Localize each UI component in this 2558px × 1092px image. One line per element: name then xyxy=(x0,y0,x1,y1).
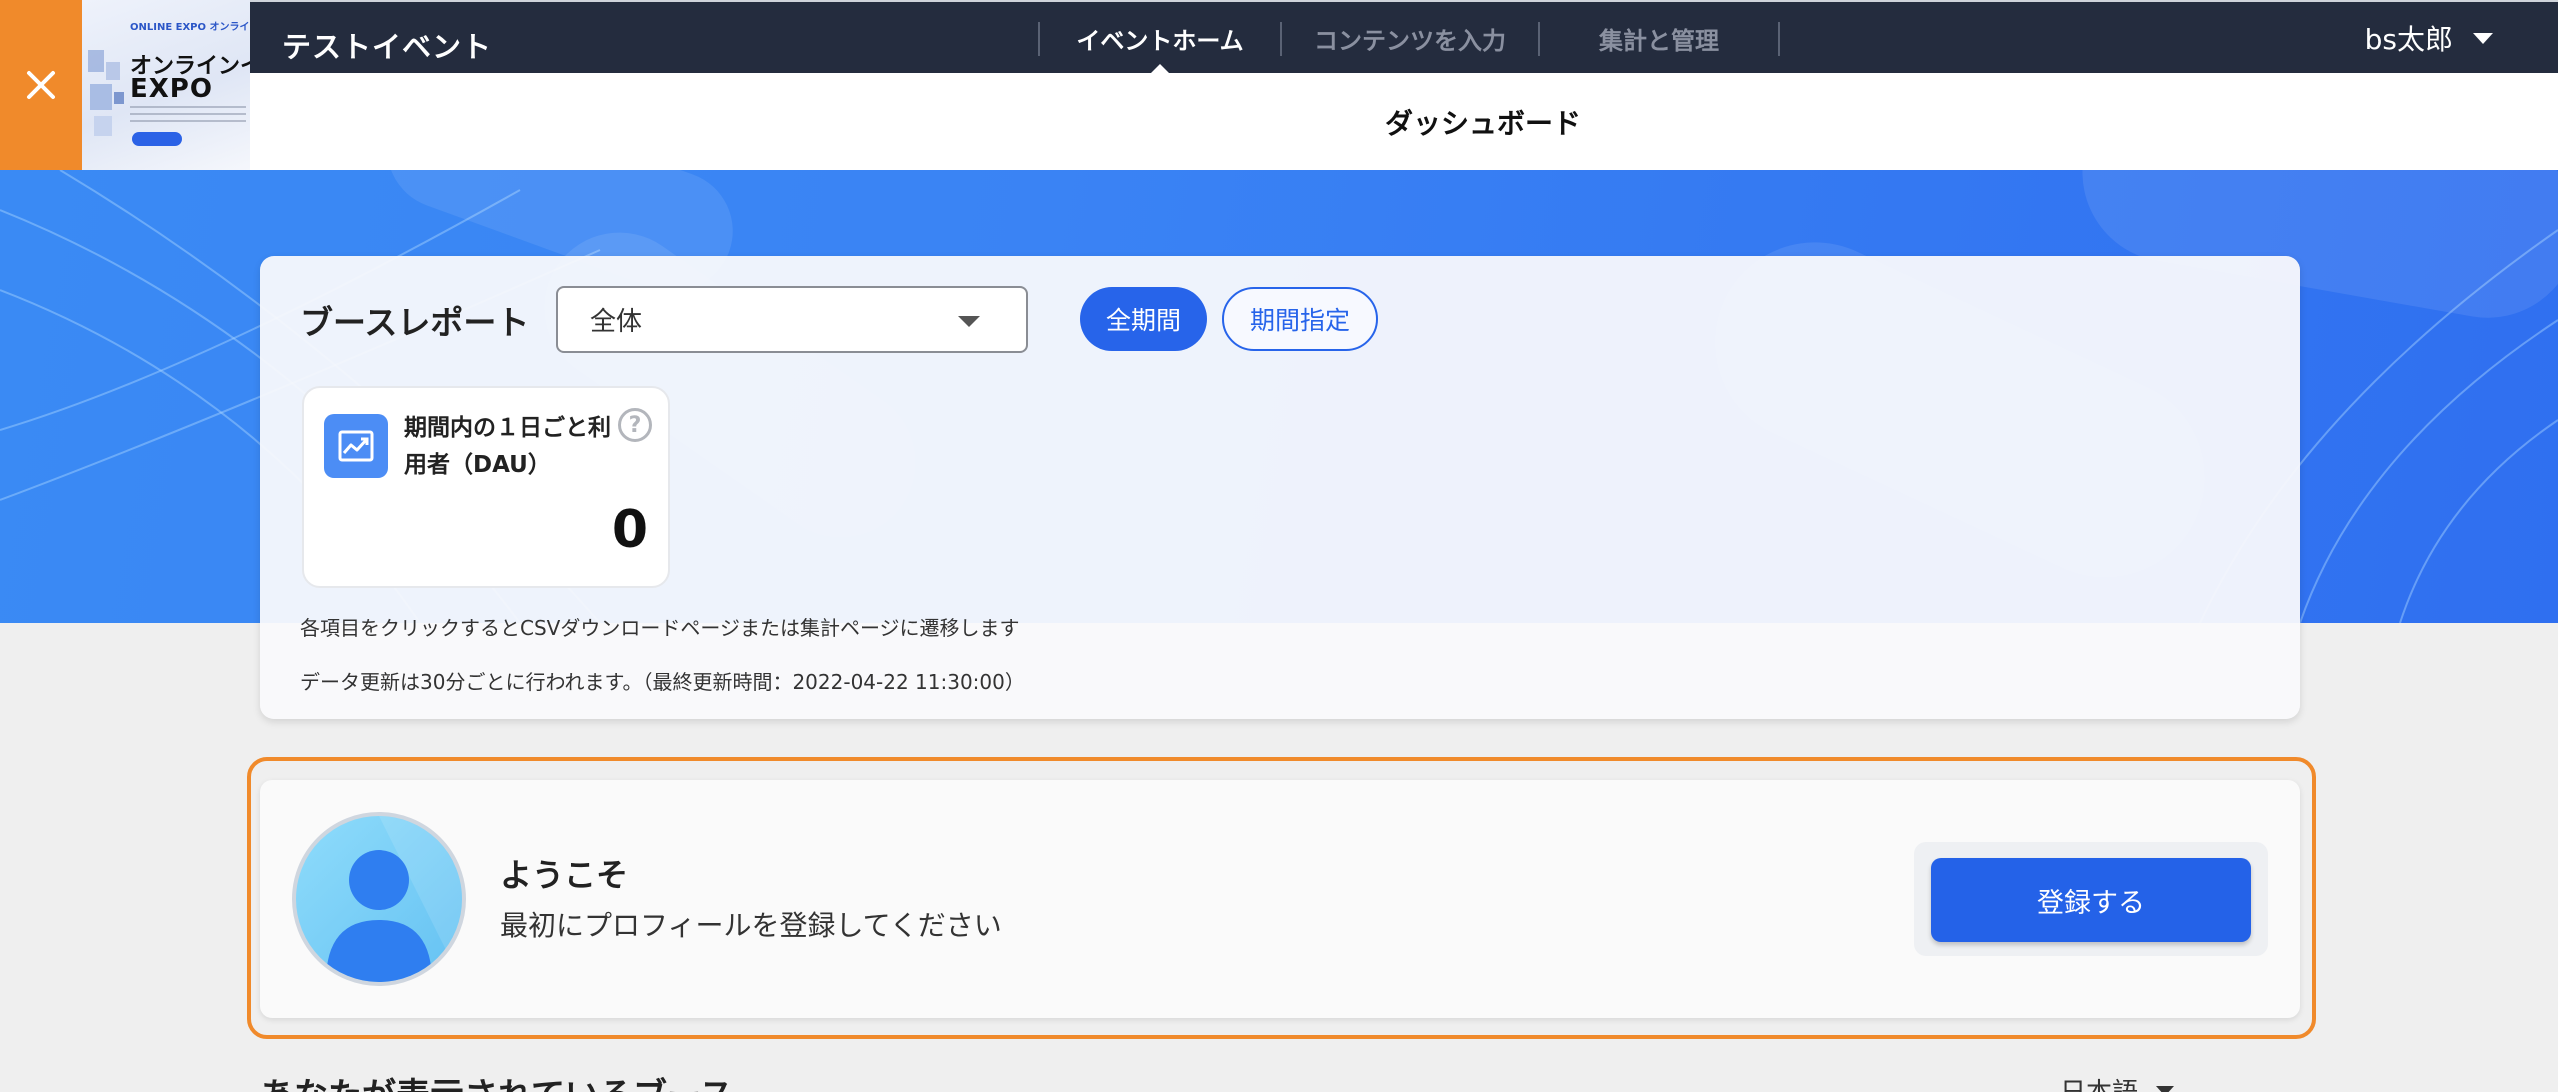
period-all-label: 全期間 xyxy=(1105,306,1181,335)
welcome-title: ようこそ xyxy=(500,856,629,894)
update-note: データ更新は30分ごとに行われます。（最終更新時間：2022-04-22 11:… xyxy=(300,670,1025,694)
thumbnail-description xyxy=(130,106,246,122)
event-thumbnail[interactable]: ONLINE EXPO オンラインEXPO オンラインイ EXPO xyxy=(82,0,250,170)
tab-event-home-label: イベントホーム xyxy=(1076,27,1244,55)
metric-value: 0 xyxy=(611,500,648,560)
booth-report-card: ブースレポート 全体 全期間 期間指定 期間内の１日ごと利用者（DAU） ? 0… xyxy=(260,256,2300,719)
language-select[interactable]: 日本語 xyxy=(2060,1072,2175,1092)
tab-stats-management-label: 集計と管理 xyxy=(1599,27,1719,55)
avatar xyxy=(292,812,466,986)
section-title: あなたが表示されているブース xyxy=(260,1068,733,1092)
period-all-button[interactable]: 全期間 xyxy=(1080,287,1207,351)
thumbnail-button xyxy=(132,132,182,146)
chevron-down-icon xyxy=(2473,32,2493,44)
language-label: 日本語 xyxy=(2060,1072,2138,1092)
main-nav: イベントホーム コンテンツを入力 集計と管理 xyxy=(1038,2,1780,75)
register-button-label: 登録する xyxy=(2037,887,2145,919)
nav-divider xyxy=(1778,21,1780,56)
user-avatar-icon xyxy=(326,816,462,982)
report-title: ブースレポート xyxy=(300,303,530,342)
tab-content-input[interactable]: コンテンツを入力 xyxy=(1282,2,1538,75)
register-button[interactable]: 登録する xyxy=(1931,858,2251,942)
page-title: ダッシュボード xyxy=(1384,106,1581,140)
user-menu[interactable]: bs太郎 xyxy=(2365,18,2493,58)
booth-select-value: 全体 xyxy=(590,307,643,337)
tab-stats-management[interactable]: 集計と管理 xyxy=(1540,2,1778,75)
thumbnail-brand: ONLINE EXPO オンラインEXPO xyxy=(130,22,250,33)
top-bar: テストイベント イベントホーム コンテンツを入力 集計と管理 bs太郎 xyxy=(0,0,2558,75)
period-custom-button[interactable]: 期間指定 xyxy=(1222,287,1378,351)
chevron-down-icon xyxy=(958,316,980,327)
sub-header: ダッシュボード xyxy=(250,73,2558,170)
event-title: テストイベント xyxy=(282,30,493,64)
thumbnail-art xyxy=(88,50,124,136)
booth-select[interactable]: 全体 xyxy=(556,286,1028,353)
period-custom-label: 期間指定 xyxy=(1249,306,1350,335)
welcome-subtitle: 最初にプロフィールを登録してください xyxy=(500,909,1002,942)
metric-label: 期間内の１日ごと利用者（DAU） xyxy=(404,415,611,478)
trend-chart-icon xyxy=(324,414,388,478)
close-icon xyxy=(27,71,55,99)
close-button[interactable] xyxy=(0,0,82,170)
tab-event-home[interactable]: イベントホーム xyxy=(1040,2,1280,75)
tab-content-input-label: コンテンツを入力 xyxy=(1314,27,1506,55)
help-icon[interactable]: ? xyxy=(618,408,652,442)
user-name: bs太郎 xyxy=(2364,23,2453,56)
chevron-down-icon xyxy=(2156,1085,2175,1092)
welcome-card: ようこそ 最初にプロフィールを登録してください 登録する xyxy=(260,780,2300,1018)
dau-metric-card[interactable]: 期間内の１日ごと利用者（DAU） ? 0 xyxy=(302,386,670,588)
csv-note: 各項目をクリックするとCSVダウンロードページまたは集計ページに遷移します xyxy=(300,616,1020,640)
thumbnail-line2: EXPO xyxy=(130,74,213,104)
